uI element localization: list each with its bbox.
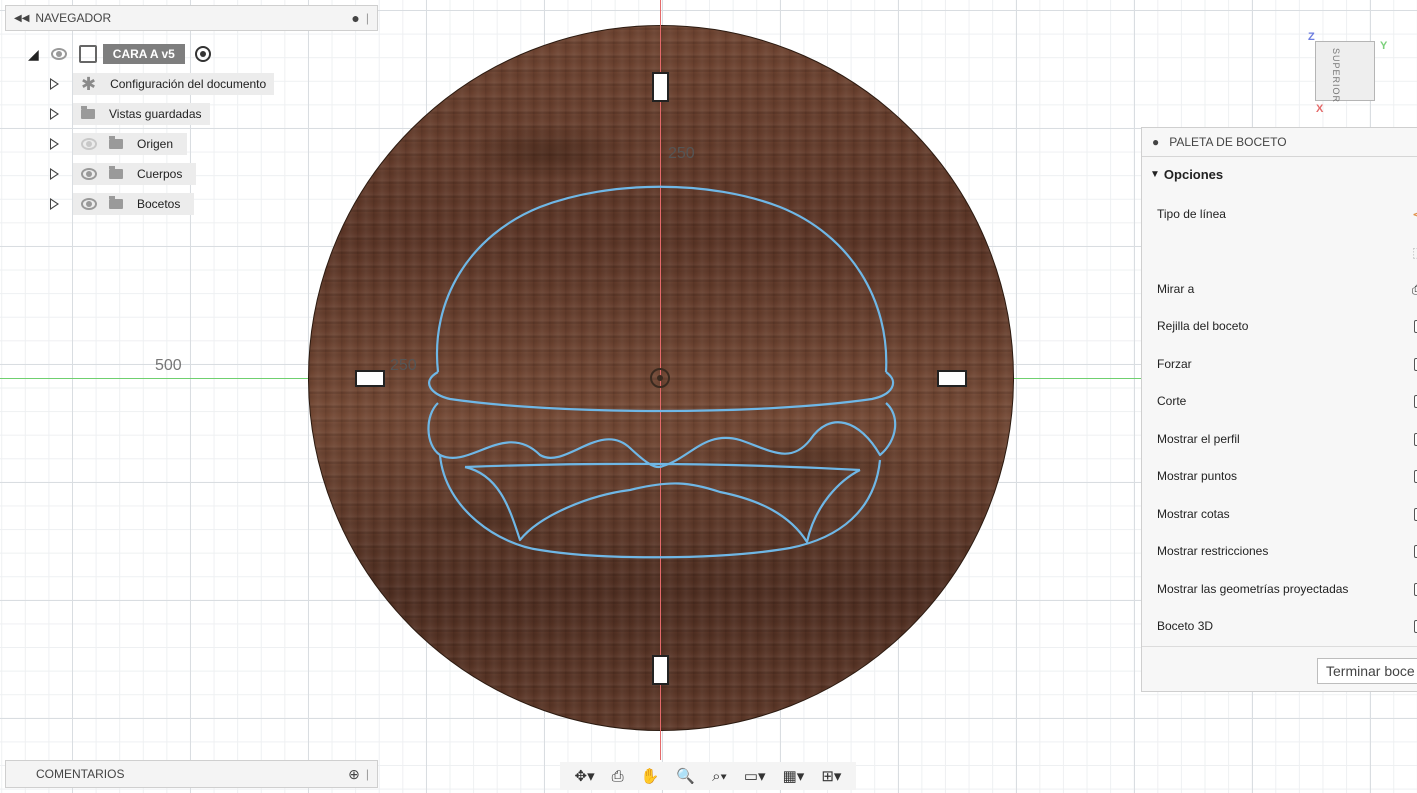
comments-toggle-icon[interactable]: ⊕ [348,766,360,783]
palette-row-show-projected: Mostrar las geometrías proyectadas ✓ [1157,577,1417,601]
folder-icon [109,196,123,209]
tree-item-label[interactable]: Origen [137,137,173,151]
palette-row-look-at: Mirar a ⎙ [1157,277,1417,301]
palette-row-show-profile: Mostrar el perfil ✓ [1157,427,1417,451]
root-label[interactable]: CARA A v5 [102,44,185,64]
root-expanded-triangle-icon[interactable]: ◢ [28,46,39,63]
expand-triangle-icon[interactable] [50,78,59,90]
expand-triangle-icon[interactable] [50,168,59,180]
eye-icon[interactable] [81,198,97,210]
construction-line-icon[interactable]: ⋖ [1412,206,1417,223]
palette-divider [1142,646,1417,647]
browser-title: NAVEGADOR [35,11,112,25]
zoom-window-icon[interactable]: ⌕▾ [712,768,727,785]
browser-pin-icon[interactable]: | [366,11,369,25]
palette-row-sketch-grid: Rejilla del boceto ✓ [1157,314,1417,338]
palette-minimize-icon[interactable]: ● [1152,135,1159,149]
palette-row-label: Tipo de línea [1157,207,1226,221]
browser-minimize-icon[interactable]: ● [351,10,359,26]
palette-row-label: Mostrar las geometrías proyectadas [1157,582,1349,596]
finish-sketch-button[interactable]: Terminar boce [1317,658,1417,684]
palette-row-line-type: Tipo de línea ⋖ [1157,202,1417,226]
palette-row-show-points: Mostrar puntos [1157,464,1417,488]
tree-item-label[interactable]: Configuración del documento [110,77,266,91]
browser-header[interactable]: ◀◀ NAVEGADOR ● | [5,5,378,31]
palette-row-label: Forzar [1157,357,1192,371]
display-icon[interactable]: ▭▾ [744,767,766,785]
folder-icon [109,136,123,149]
pan-icon[interactable]: ✋ [641,767,660,785]
eye-icon[interactable] [50,48,67,60]
expand-triangle-icon[interactable] [50,108,59,120]
palette-row-3d-sketch: Boceto 3D ✓ [1157,614,1417,638]
palette-row-slice: Corte [1157,389,1417,413]
tree-item-label[interactable]: Vistas guardadas [109,107,202,121]
activate-radio-icon[interactable] [194,46,211,62]
options-section-label: Opciones [1163,166,1224,182]
palette-row-label: Boceto 3D [1157,619,1214,633]
tree-root[interactable]: ◢ CARA A v5 [28,42,211,66]
palette-row-label: Mostrar restricciones [1157,544,1269,558]
gear-icon: ✱ [81,74,97,94]
palette-row-snap: Forzar [1157,352,1417,376]
palette-row-label: Rejilla del boceto [1157,319,1249,333]
tree-item-origin[interactable]: Origen [50,132,188,156]
expand-triangle-icon[interactable] [50,138,59,150]
tree-item-document-settings[interactable]: ✱ Configuración del documento [50,72,275,96]
look-at-icon[interactable]: ⎙ [612,768,624,785]
comments-title: COMENTARIOS [36,767,125,781]
palette-row-label: Mostrar cotas [1157,507,1230,521]
palette-row-label: Corte [1157,394,1187,408]
component-icon [78,45,97,63]
palette-row-label: Mirar a [1157,282,1195,296]
tree-item-saved-views[interactable]: Vistas guardadas [50,102,210,126]
palette-row-show-constraints: Mostrar restricciones [1157,539,1417,563]
folder-icon [109,166,123,179]
tree-item-bodies[interactable]: Cuerpos [50,162,197,186]
eye-hidden-icon[interactable] [81,138,97,150]
options-section-header[interactable]: ▼ Opciones [1142,157,1417,191]
view-cube[interactable]: SUPERIOR [1315,41,1375,103]
centerline-icon[interactable]: ⬚ [1412,244,1417,261]
orbit-icon[interactable]: ✥▾ [575,767,595,785]
grid-icon[interactable]: ▦▾ [783,767,805,785]
palette-row-label: Mostrar el perfil [1157,432,1240,446]
navigation-toolbar: ✥▾ ⎙ ✋ 🔍 ⌕▾ ▭▾ ▦▾ ⊞▾ [560,762,856,790]
tree-item-sketches[interactable]: Bocetos [50,192,195,216]
comments-bar[interactable]: COMENTARIOS ⊕ | [5,760,378,788]
zoom-icon[interactable]: 🔍 [676,767,695,785]
tree-item-label[interactable]: Bocetos [137,197,180,211]
collapse-left-icon[interactable]: ◀◀ [14,13,29,24]
section-collapse-icon[interactable]: ▼ [1150,169,1160,180]
sketch-palette: ● PALETA DE BOCETO ▼ Opciones Tipo de lí… [1141,127,1417,692]
eye-icon[interactable] [81,168,97,180]
view-cube-y-axis: Y [1380,40,1388,52]
viewports-icon[interactable]: ⊞▾ [821,767,841,785]
view-cube-face-label[interactable]: SUPERIOR [1331,48,1341,103]
palette-row-label: Mostrar puntos [1157,469,1238,483]
palette-row-show-dimensions: Mostrar cotas ✓ [1157,502,1417,526]
view-cube-z-axis: Z [1308,31,1315,43]
view-cube-x-axis: X [1316,103,1324,115]
tree-item-label[interactable]: Cuerpos [137,167,182,181]
palette-title: PALETA DE BOCETO [1169,135,1287,149]
palette-header[interactable]: ● PALETA DE BOCETO [1142,128,1417,157]
palette-row-line-type-2: ⬚ [1157,240,1417,264]
look-at-icon[interactable]: ⎙ [1412,281,1417,298]
expand-triangle-icon[interactable] [50,198,59,210]
comments-pin-icon[interactable]: | [366,767,369,781]
folder-icon [81,106,95,119]
